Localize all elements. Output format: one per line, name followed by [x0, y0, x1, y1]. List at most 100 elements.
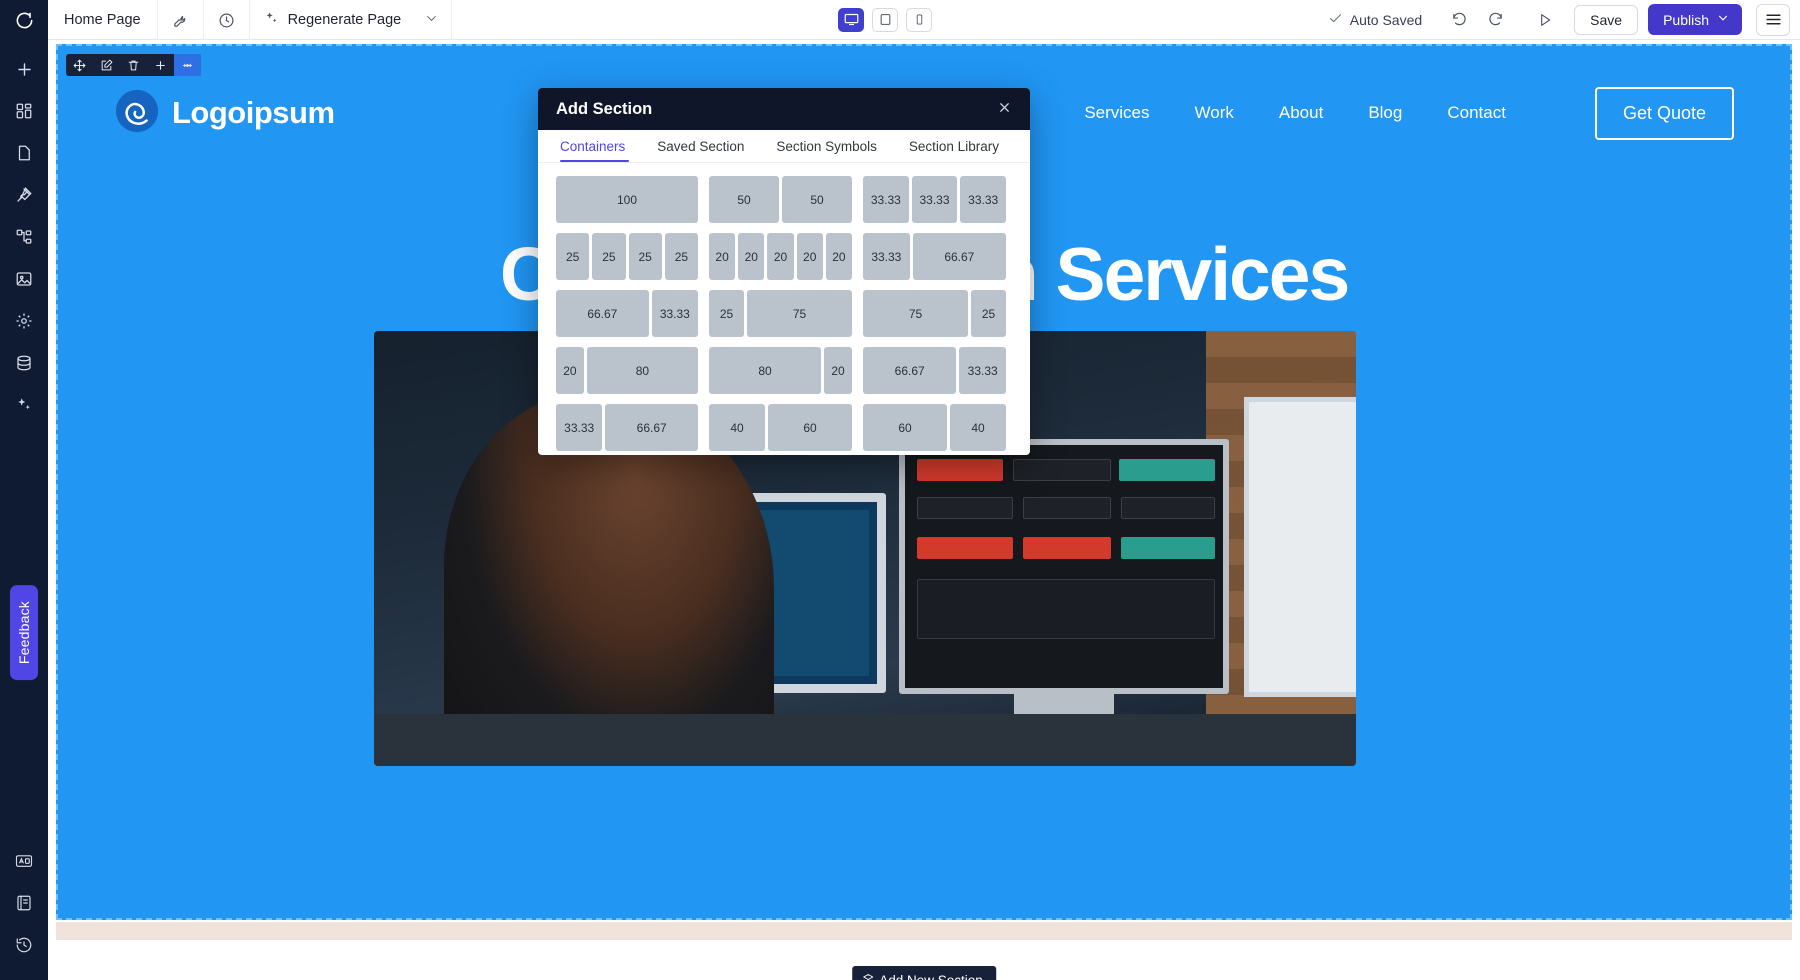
clock-arrow-icon[interactable] [0, 924, 48, 966]
redo-icon[interactable] [1478, 5, 1512, 35]
layout-cell[interactable]: 33.33 [911, 176, 958, 223]
regenerate-page-button[interactable]: Regenerate Page [250, 0, 453, 40]
page-name-label[interactable]: Home Page [48, 0, 158, 40]
layout-cell[interactable]: 20 [738, 233, 765, 280]
layout-cell[interactable]: 66.67 [605, 404, 698, 451]
layout-cell[interactable]: 25 [592, 233, 626, 280]
layout-option[interactable]: 50 50 [709, 176, 852, 223]
image-icon[interactable] [0, 258, 48, 300]
layout-cell[interactable]: 75 [863, 290, 968, 337]
layout-cell[interactable]: 25 [709, 290, 744, 337]
clock-history-icon[interactable] [204, 0, 250, 40]
layout-option[interactable]: 20 20 20 20 20 [709, 233, 853, 280]
tab-section-symbols[interactable]: Section Symbols [760, 139, 893, 162]
layout-cell[interactable]: 33.33 [960, 176, 1007, 223]
nav-link-blog[interactable]: Blog [1368, 103, 1402, 123]
layout-cell[interactable]: 75 [747, 290, 852, 337]
layout-option[interactable]: 40 60 [709, 404, 852, 451]
layout-cell[interactable]: 100 [556, 176, 698, 223]
grid-blocks-icon[interactable] [0, 90, 48, 132]
layout-cell[interactable]: 33.33 [651, 290, 698, 337]
hamburger-menu-icon[interactable] [1756, 3, 1791, 36]
gear-icon[interactable] [0, 300, 48, 342]
undo-icon[interactable] [1442, 5, 1476, 35]
nav-link-contact[interactable]: Contact [1447, 103, 1506, 123]
plus-icon[interactable] [147, 54, 174, 76]
layout-cell[interactable]: 25 [628, 233, 662, 280]
nav-link-services[interactable]: Services [1084, 103, 1149, 123]
layout-option[interactable]: 66.67 33.33 [863, 347, 1006, 394]
layout-option[interactable]: 75 25 [863, 290, 1006, 337]
layout-option[interactable]: 100 [556, 176, 698, 223]
layout-cell[interactable]: 50 [782, 176, 852, 223]
layout-cell[interactable]: 60 [768, 404, 852, 451]
save-button[interactable]: Save [1574, 4, 1639, 35]
nav-link-work[interactable]: Work [1195, 103, 1234, 123]
brush-icon[interactable] [0, 174, 48, 216]
layout-option[interactable]: 80 20 [709, 347, 852, 394]
tab-saved-section[interactable]: Saved Section [641, 139, 760, 162]
chevron-down-icon[interactable] [424, 11, 439, 30]
mobile-view-button[interactable] [906, 7, 933, 32]
get-quote-button[interactable]: Get Quote [1594, 86, 1734, 140]
move-arrows-icon[interactable] [66, 54, 93, 76]
spiral-logo-icon [114, 88, 160, 139]
layout-cell[interactable]: 33.33 [556, 404, 603, 451]
layout-cell[interactable]: 33.33 [863, 176, 909, 223]
feedback-button[interactable]: Feedback [10, 585, 38, 681]
layout-cell[interactable]: 60 [863, 404, 947, 451]
layout-cell[interactable]: 50 [709, 176, 779, 223]
book-icon[interactable] [0, 882, 48, 924]
layout-option[interactable]: 25 75 [709, 290, 852, 337]
layout-option[interactable]: 60 40 [863, 404, 1006, 451]
nav-link-about[interactable]: About [1279, 103, 1323, 123]
layout-option[interactable]: 33.33 66.67 [863, 233, 1006, 280]
layout-cell[interactable]: 80 [586, 347, 698, 394]
layout-row: 66.67 33.33 25 75 75 25 [556, 290, 1012, 337]
play-preview-icon[interactable] [1528, 5, 1562, 35]
layout-option[interactable]: 66.67 33.33 [556, 290, 698, 337]
layout-cell[interactable]: 66.67 [912, 233, 1006, 280]
page-icon[interactable] [0, 132, 48, 174]
layout-cell[interactable]: 25 [556, 233, 590, 280]
layout-option[interactable]: 20 80 [556, 347, 698, 394]
layout-cell[interactable]: 40 [950, 404, 1006, 451]
wrench-icon[interactable] [158, 0, 204, 40]
layout-grid-icon[interactable] [174, 54, 201, 76]
database-icon[interactable] [0, 342, 48, 384]
layout-cell[interactable]: 25 [664, 233, 698, 280]
desktop-view-button[interactable] [838, 7, 865, 32]
layout-cell[interactable]: 66.67 [863, 347, 957, 394]
layout-cell[interactable]: 20 [825, 233, 853, 280]
site-brand[interactable]: Logoipsum [114, 88, 335, 139]
close-icon[interactable] [997, 100, 1012, 119]
tab-section-library[interactable]: Section Library [893, 139, 1015, 162]
tab-containers[interactable]: Containers [556, 139, 641, 162]
layout-cell[interactable]: 33.33 [863, 233, 910, 280]
layout-option[interactable]: 25 25 25 25 [556, 233, 698, 280]
layout-cell[interactable]: 20 [796, 233, 823, 280]
layout-cell[interactable]: 20 [709, 233, 736, 280]
layout-cell[interactable]: 40 [709, 404, 765, 451]
layout-cell[interactable]: 33.33 [959, 347, 1006, 394]
plus-icon[interactable] [0, 48, 48, 90]
pencil-square-icon[interactable] [93, 54, 120, 76]
sparkles-icon[interactable] [0, 384, 48, 426]
layout-option[interactable]: 33.33 66.67 [556, 404, 698, 451]
layout-cell[interactable]: 20 [824, 347, 852, 394]
layout-option[interactable]: 33.33 33.33 33.33 [863, 176, 1007, 223]
trash-icon[interactable] [120, 54, 147, 76]
layout-cell[interactable]: 20 [556, 347, 584, 394]
add-new-section-button[interactable]: Add New Section [852, 966, 996, 980]
layout-cell[interactable]: 20 [767, 233, 794, 280]
translate-icon[interactable] [0, 840, 48, 882]
tablet-view-button[interactable] [872, 7, 899, 32]
publish-button[interactable]: Publish [1648, 4, 1743, 35]
layers-tree-icon[interactable] [0, 216, 48, 258]
chevron-down-icon[interactable] [1716, 11, 1730, 28]
layout-cell[interactable]: 80 [709, 347, 821, 394]
layout-cell[interactable]: 25 [971, 290, 1006, 337]
container-layout-grid: 100 50 50 33.33 33.33 33.33 25 25 25 25 20 20 20 20 20… [538, 163, 1030, 455]
brand-logo-icon[interactable] [0, 0, 48, 40]
layout-cell[interactable]: 66.67 [556, 290, 649, 337]
